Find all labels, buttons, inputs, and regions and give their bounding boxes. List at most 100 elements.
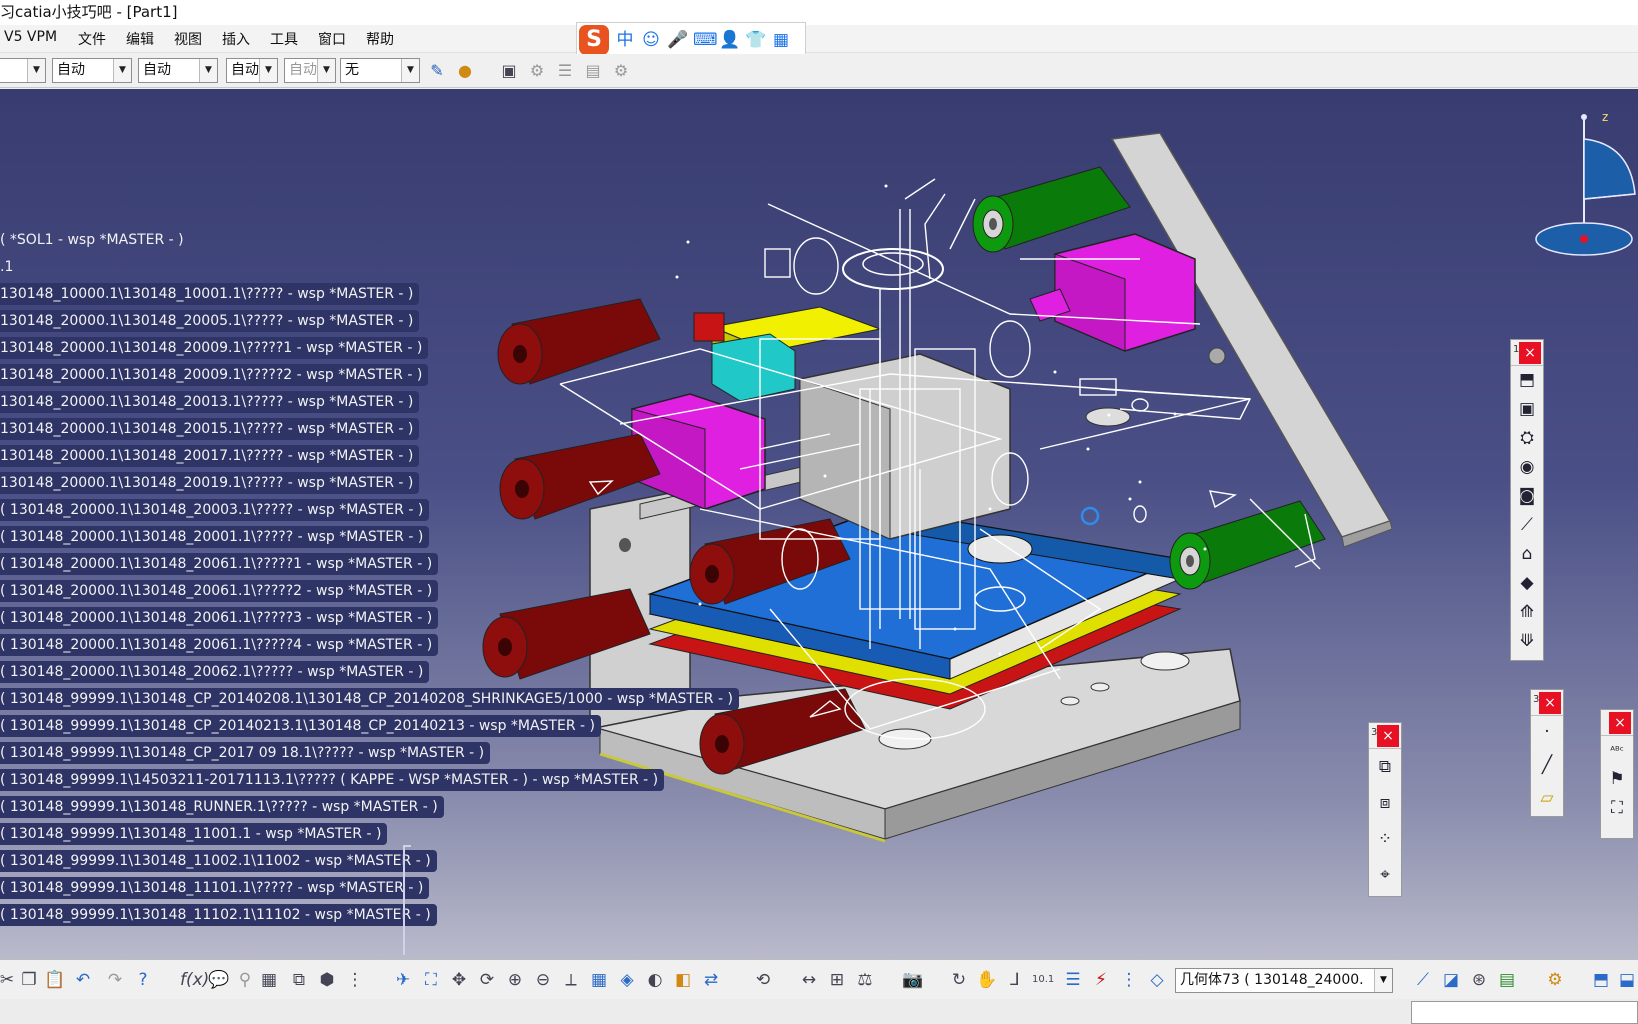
tree-node[interactable]: ( 130148_20000.1\130148_20061.1\?????3 -… [0, 607, 439, 629]
analysis-icon[interactable]: ⋮ [344, 969, 366, 991]
point-type-combo[interactable]: 自动 ▼ [284, 58, 336, 83]
zoom-in-icon[interactable]: ⊕ [504, 969, 526, 991]
tree-node[interactable]: 130148_20000.1\130148_20013.1\????? - ws… [0, 391, 420, 413]
hand-icon[interactable]: ✋ [976, 969, 998, 991]
tree-node[interactable]: 130148_20000.1\130148_20019.1\????? - ws… [0, 472, 420, 494]
new-window-icon[interactable]: ▣ [498, 60, 520, 82]
tree-node[interactable]: 130148_20000.1\130148_20009.1\?????2 - w… [0, 364, 429, 386]
wireframe-icon[interactable]: ⬒ [1590, 969, 1612, 991]
tree-node[interactable]: ( 130148_20000.1\130148_20061.1\?????4 -… [0, 634, 439, 656]
mass-icon[interactable]: ⚖ [854, 969, 876, 991]
tree-node[interactable]: ( 130148_20000.1\130148_20062.1\????? - … [0, 661, 430, 683]
remove-loft-icon[interactable]: ⟱ [1511, 627, 1543, 656]
normal-view-icon[interactable]: ⟂ [560, 969, 582, 991]
menu-view[interactable]: 视图 [174, 29, 202, 49]
generative-icon[interactable]: ⬓ [1616, 969, 1638, 991]
update-icon[interactable]: ⟲ [752, 969, 774, 991]
tree-node[interactable]: .1 [0, 256, 19, 278]
tree-node[interactable]: ( 130148_99999.1\130148_RUNNER.1\????? -… [0, 796, 444, 818]
compute-icon[interactable]: ⚙ [610, 60, 632, 82]
tree-node[interactable]: ( 130148_99999.1\14503211-20171113.1\???… [0, 769, 665, 791]
color-combo[interactable]: ▼ [0, 58, 46, 83]
properties-icon[interactable]: ⚙ [526, 60, 548, 82]
redo-icon[interactable]: ↷ [104, 969, 126, 991]
current-body-combo[interactable]: 几何体73 ( 130148_24000. ▼ [1175, 968, 1393, 993]
fly-mode-icon[interactable]: ✈ [392, 969, 414, 991]
transform-icon[interactable]: ⌖ [1369, 857, 1401, 893]
shaft-icon[interactable]: ⛭ [1511, 424, 1543, 453]
list-icon[interactable]: ⋮ [1118, 969, 1140, 991]
tree-node[interactable]: 130148_20000.1\130148_20005.1\????? - ws… [0, 310, 420, 332]
fit-all-icon[interactable]: ⛶ [420, 969, 442, 991]
line-icon[interactable]: ╱ [1531, 749, 1563, 782]
tree-node[interactable]: 130148_10000.1\130148_10001.1\????? - ws… [0, 283, 420, 305]
shading-icon[interactable]: ◐ [644, 969, 666, 991]
table-icon[interactable]: ▦ [258, 969, 280, 991]
sogou-logo[interactable]: S [579, 25, 609, 55]
text-annotation-icon[interactable]: ᴬᴮᶜ [1601, 736, 1633, 765]
layer-combo[interactable]: 无 ▼ [340, 58, 420, 83]
paste-icon[interactable]: 📋 [44, 969, 66, 991]
ime-emoji-icon[interactable]: ☺ [641, 30, 661, 50]
ime-skin-icon[interactable]: 👕 [745, 30, 766, 50]
tree-node[interactable]: ( 130148_20000.1\130148_20061.1\?????1 -… [0, 553, 439, 575]
formula-icon[interactable]: f(x) [180, 969, 209, 991]
ime-toolbox-icon[interactable]: ▦ [771, 30, 791, 50]
constraint-icon[interactable]: ⚡ [1090, 969, 1112, 991]
menu-window[interactable]: 窗口 [318, 29, 346, 49]
material-sphere-icon[interactable]: ● [454, 60, 476, 82]
ime-voice-icon[interactable]: 🎤 [667, 30, 688, 50]
slot-icon[interactable]: ⌂ [1511, 540, 1543, 569]
coordinates-icon[interactable]: 10.1 [1032, 969, 1054, 991]
draft-analysis-icon[interactable]: ◪ [1440, 969, 1462, 991]
capture-icon[interactable]: 📷 [902, 969, 924, 991]
menu-edit[interactable]: 编辑 [126, 29, 154, 49]
tree-node[interactable]: ( 130148_99999.1\130148_11102.1\11102 - … [0, 904, 437, 926]
ime-user-icon[interactable]: 👤 [719, 30, 740, 50]
tree-node[interactable]: ( 130148_99999.1\130148_CP_20140208.1\13… [0, 688, 739, 710]
menu-tools[interactable]: 工具 [270, 29, 298, 49]
zoom-out-icon[interactable]: ⊖ [532, 969, 554, 991]
line-type-combo[interactable]: 自动 ▼ [226, 58, 278, 83]
transparency-combo[interactable]: 自动 ▼ [52, 58, 132, 83]
undo-icon[interactable]: ↶ [72, 969, 94, 991]
sketch-analysis-icon[interactable]: ⟋ [1412, 969, 1434, 991]
knowledge-icon[interactable]: 💬 [208, 969, 230, 991]
tree-node[interactable]: ( *SOL1 - wsp *MASTER - ) [0, 229, 190, 251]
menu-v5vpm[interactable]: V5 VPM [4, 29, 57, 45]
multi-view-icon[interactable]: ▦ [588, 969, 610, 991]
swap-space-icon[interactable]: ⇄ [700, 969, 722, 991]
catalog-icon[interactable]: ⧉ [288, 969, 310, 991]
thickness-icon[interactable]: ▤ [1496, 969, 1518, 991]
tree-node[interactable]: ( 130148_20000.1\130148_20061.1\?????2 -… [0, 580, 439, 602]
menu-insert[interactable]: 插入 [222, 29, 250, 49]
layer-icon[interactable]: ☰ [554, 60, 576, 82]
rotate-icon[interactable]: ⟳ [476, 969, 498, 991]
measure-between-icon[interactable]: ↔ [798, 969, 820, 991]
measure-item-icon[interactable]: ⊞ [826, 969, 848, 991]
pattern-icon[interactable]: ⁘ [1369, 821, 1401, 857]
body-icon[interactable]: ⧉ [1369, 749, 1401, 785]
axis-icon[interactable]: ⅃ [1004, 969, 1026, 991]
paint-brush-icon[interactable]: ✎ [426, 60, 448, 82]
tree-node[interactable]: ( 130148_99999.1\130148_11002.1\11002 - … [0, 850, 437, 872]
sketcher-icon[interactable]: ⚲ [234, 969, 256, 991]
cut-icon[interactable]: ✂ [0, 969, 18, 991]
groove-icon[interactable]: ◉ [1511, 453, 1543, 482]
loft-icon[interactable]: ⟰ [1511, 598, 1543, 627]
part-design-icon[interactable]: ⚙ [1544, 969, 1566, 991]
tree-node[interactable]: ( 130148_99999.1\130148_CP_20140213.1\13… [0, 715, 601, 737]
compass-icon[interactable]: z [1530, 99, 1638, 269]
tree-node[interactable]: ( 130148_99999.1\130148_11101.1\????? - … [0, 877, 430, 899]
close-toolbar-button[interactable]: × [1609, 712, 1631, 734]
3d-viewport[interactable]: ( *SOL1 - wsp *MASTER - ) .1 130148_1000… [0, 89, 1638, 959]
menu-file[interactable]: 文件 [78, 29, 106, 49]
operations-icon[interactable]: ⧈ [1369, 785, 1401, 821]
pocket-icon[interactable]: ▣ [1511, 395, 1543, 424]
tree-node[interactable]: ( 130148_20000.1\130148_20001.1\????? - … [0, 526, 430, 548]
hole-icon[interactable]: ◙ [1511, 482, 1543, 511]
tree-node[interactable]: 130148_20000.1\130148_20015.1\????? - ws… [0, 418, 420, 440]
curvature-icon[interactable]: ⊛ [1468, 969, 1490, 991]
tree-node[interactable]: ( 130148_99999.1\130148_11001.1 - wsp *M… [0, 823, 388, 845]
whats-this-icon[interactable]: ? [132, 969, 154, 991]
